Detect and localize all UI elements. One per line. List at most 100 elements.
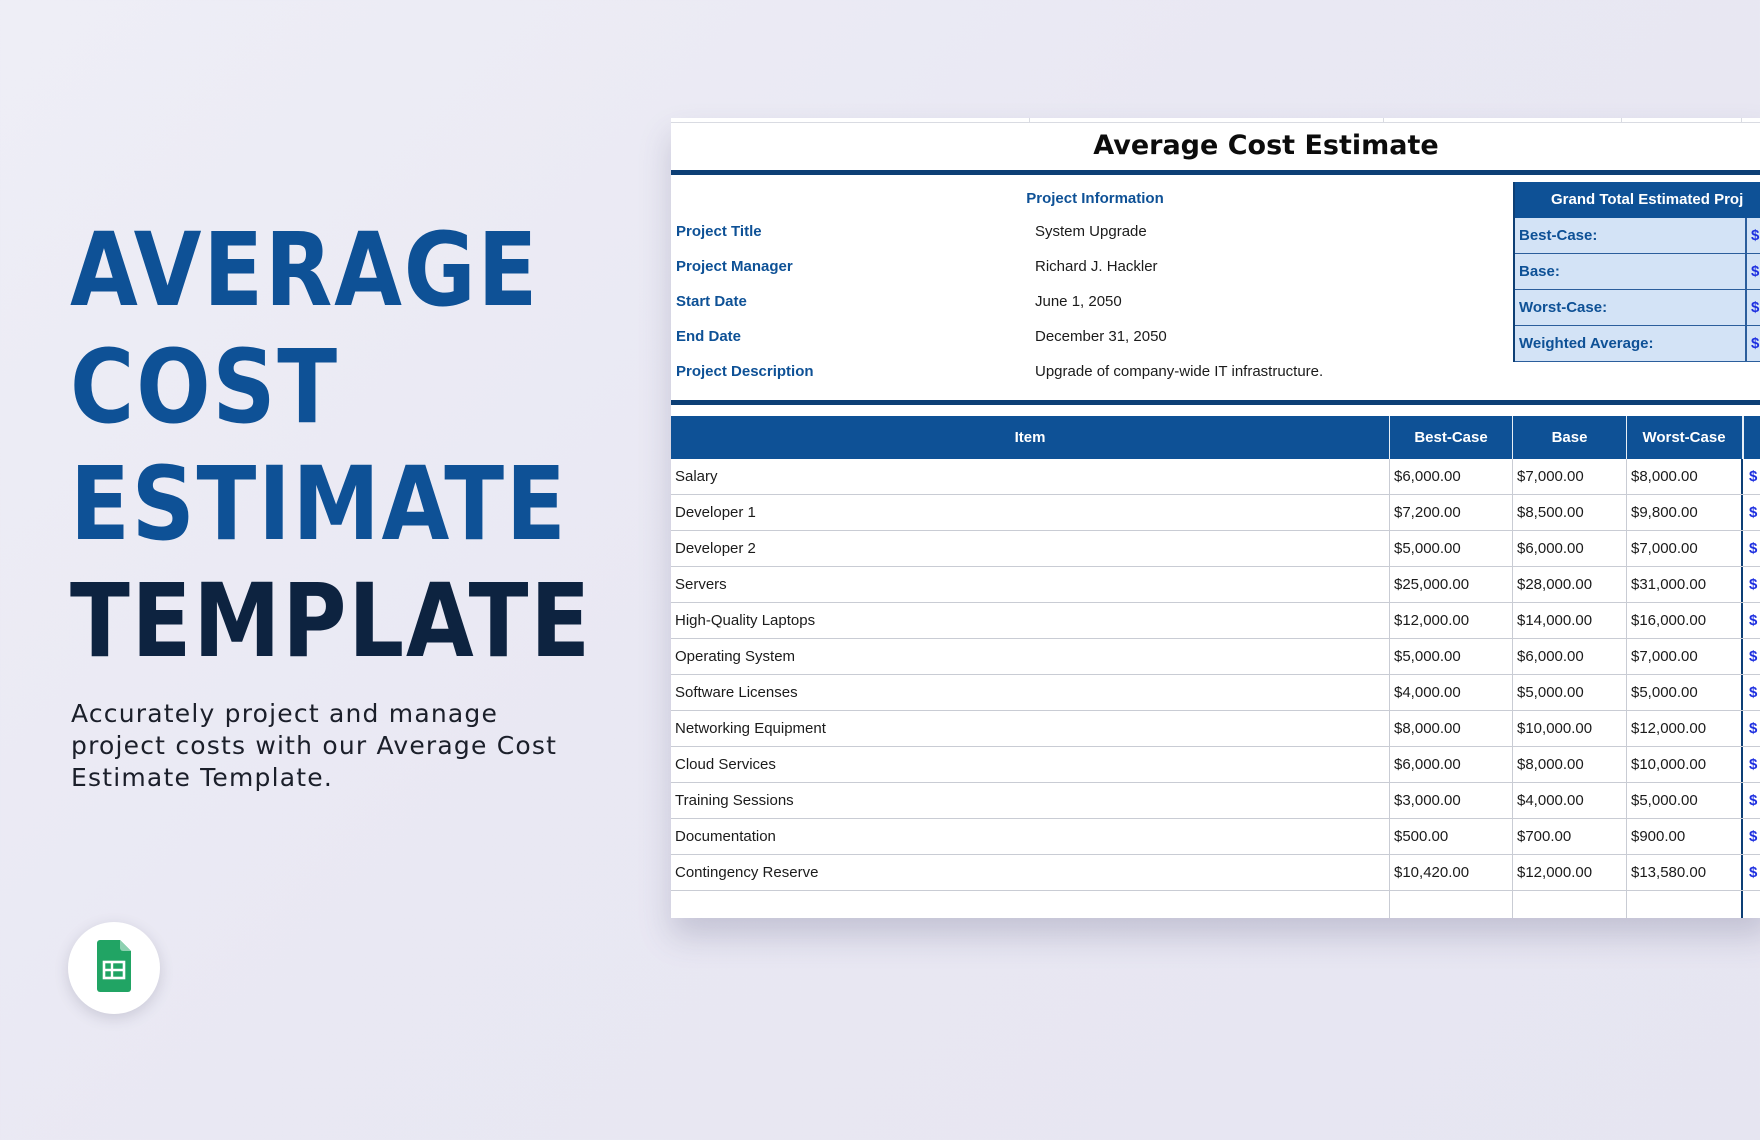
cell-best-case: $5,000.00 bbox=[1394, 648, 1461, 665]
project-info-heading: Project Information bbox=[1026, 190, 1164, 207]
project-info-label: Project Description bbox=[676, 363, 814, 380]
cell-total: $ bbox=[1749, 468, 1758, 485]
grand-total-label: Base: bbox=[1519, 254, 1747, 289]
cell-total: $ bbox=[1749, 684, 1758, 701]
project-info-value: System Upgrade bbox=[1035, 223, 1147, 240]
cell-worst-case: $16,000.00 bbox=[1631, 612, 1707, 629]
grand-total-row: Weighted Average: $1 bbox=[1515, 326, 1760, 362]
table-row: Documentation $500.00 $700.00 $900.00 $ bbox=[671, 819, 1760, 855]
project-info-value: June 1, 2050 bbox=[1035, 293, 1122, 310]
cell-worst-case: $9,800.00 bbox=[1631, 504, 1698, 521]
project-info-value: Richard J. Hackler bbox=[1035, 258, 1158, 275]
cell-item: Software Licenses bbox=[675, 684, 798, 701]
cell-item: Cloud Services bbox=[675, 756, 776, 773]
cell-total: $ bbox=[1749, 720, 1758, 737]
table-row: Software Licenses $4,000.00 $5,000.00 $5,00… bbox=[671, 675, 1760, 711]
table-row: High-Quality Laptops $12,000.00 $14,000.00… bbox=[671, 603, 1760, 639]
project-info-label: Project Manager bbox=[676, 258, 793, 275]
cell-best-case: $6,000.00 bbox=[1394, 756, 1461, 773]
cell-base: $6,000.00 bbox=[1517, 648, 1584, 665]
hero-title-line-2: COST bbox=[70, 328, 339, 447]
table-row: Salary $6,000.00 $7,000.00 $8,000.00 $ bbox=[671, 459, 1760, 495]
cell-total: $ bbox=[1749, 828, 1758, 845]
grand-total-value: $1 bbox=[1751, 263, 1760, 280]
cell-base: $5,000.00 bbox=[1517, 684, 1584, 701]
cell-worst-case: $10,000.00 bbox=[1631, 756, 1707, 773]
table-row: Developer 1 $7,200.00 $8,500.00 $9,800.00 $ bbox=[671, 495, 1760, 531]
column-header-item: Item bbox=[1014, 429, 1046, 446]
cell-item: Developer 2 bbox=[675, 540, 756, 557]
project-info-row: Project Manager Richard J. Hackler bbox=[671, 249, 1511, 285]
grand-total-label: Weighted Average: bbox=[1519, 326, 1747, 361]
grand-total-row: Base: $1 bbox=[1515, 254, 1760, 290]
grand-total-heading: Grand Total Estimated Proj bbox=[1515, 182, 1760, 218]
table-row: Servers $25,000.00 $28,000.00 $31,000.00 $ bbox=[671, 567, 1760, 603]
cell-base: $4,000.00 bbox=[1517, 792, 1584, 809]
cell-base: $28,000.00 bbox=[1517, 576, 1593, 593]
cell-base: $14,000.00 bbox=[1517, 612, 1593, 629]
cost-table-body: Salary $6,000.00 $7,000.00 $8,000.00 $ Develo… bbox=[671, 459, 1760, 918]
project-info-label: End Date bbox=[676, 328, 742, 345]
hero-title-line-4: TEMPLATE bbox=[70, 562, 592, 681]
cell-total: $ bbox=[1749, 612, 1758, 629]
hero-title-line-1: AVERAGE bbox=[70, 211, 540, 330]
cell-base: $12,000.00 bbox=[1517, 864, 1593, 881]
cell-total: $ bbox=[1749, 540, 1758, 557]
project-info-value: Upgrade of company-wide IT infrastructur… bbox=[1035, 363, 1324, 380]
project-info-row: End Date December 31, 2050 bbox=[671, 319, 1511, 355]
cost-table-header: Item Best-Case Base Worst-Case bbox=[671, 416, 1760, 459]
grand-total-value: $1 bbox=[1751, 335, 1760, 352]
cell-base: $8,000.00 bbox=[1517, 756, 1584, 773]
cell-total: $ bbox=[1749, 756, 1758, 773]
cell-total: $ bbox=[1749, 864, 1758, 881]
cell-item: Documentation bbox=[675, 828, 776, 845]
cell-worst-case: $12,000.00 bbox=[1631, 720, 1707, 737]
project-info-row: Project Title System Upgrade bbox=[671, 214, 1511, 250]
cell-total: $ bbox=[1749, 576, 1758, 593]
cell-item: Servers bbox=[675, 576, 727, 593]
cell-item: Networking Equipment bbox=[675, 720, 826, 737]
cell-item: High-Quality Laptops bbox=[675, 612, 816, 629]
table-row: Cloud Services $6,000.00 $8,000.00 $10,000.… bbox=[671, 747, 1760, 783]
hero-heading: AVERAGE COST ESTIMATE TEMPLATE bbox=[70, 212, 590, 680]
cell-worst-case: $7,000.00 bbox=[1631, 540, 1698, 557]
title-rule bbox=[671, 170, 1760, 175]
cell-worst-case: $8,000.00 bbox=[1631, 468, 1698, 485]
column-header-worst-case: Worst-Case bbox=[1642, 429, 1726, 446]
cell-base: $6,000.00 bbox=[1517, 540, 1584, 557]
table-row: Training Sessions $3,000.00 $4,000.00 $5,00… bbox=[671, 783, 1760, 819]
grand-total-value: $5 bbox=[1751, 227, 1760, 244]
cell-base: $700.00 bbox=[1517, 828, 1572, 845]
grand-total-row: Best-Case: $5 bbox=[1515, 218, 1760, 254]
cell-base: $8,500.00 bbox=[1517, 504, 1584, 521]
grand-total-row: Worst-Case: $1 bbox=[1515, 290, 1760, 326]
column-header-base: Base bbox=[1551, 429, 1588, 446]
cell-item: Salary bbox=[675, 468, 718, 485]
project-info-label: Project Title bbox=[676, 223, 762, 240]
section-rule bbox=[671, 400, 1760, 405]
cell-item: Training Sessions bbox=[675, 792, 794, 809]
grand-total-value: $1 bbox=[1751, 299, 1760, 316]
grand-total-panel: Grand Total Estimated Proj Best-Case: $5… bbox=[1513, 182, 1760, 362]
cell-item: Developer 1 bbox=[675, 504, 756, 521]
hero-subtitle: Accurately project and manage project co… bbox=[71, 699, 558, 792]
cell-best-case: $500.00 bbox=[1394, 828, 1449, 845]
app-badge bbox=[68, 922, 160, 1014]
cell-base: $7,000.00 bbox=[1517, 468, 1584, 485]
cell-total: $ bbox=[1749, 792, 1758, 809]
cell-best-case: $25,000.00 bbox=[1394, 576, 1470, 593]
table-row: Contingency Reserve $10,420.00 $12,000.00 $… bbox=[671, 855, 1760, 891]
grand-total-label: Best-Case: bbox=[1519, 218, 1747, 253]
table-row: Networking Equipment $8,000.00 $10,000.00 $… bbox=[671, 711, 1760, 747]
column-header-best-case: Best-Case bbox=[1414, 429, 1488, 446]
cell-best-case: $7,200.00 bbox=[1394, 504, 1461, 521]
cell-item: Operating System bbox=[675, 648, 796, 665]
project-info-value: December 31, 2050 bbox=[1035, 328, 1167, 345]
cell-best-case: $12,000.00 bbox=[1394, 612, 1470, 629]
spreadsheet-preview: Average Cost Estimate Project Informatio… bbox=[671, 118, 1760, 918]
cell-best-case: $8,000.00 bbox=[1394, 720, 1461, 737]
cell-worst-case: $900.00 bbox=[1631, 828, 1686, 845]
cell-worst-case: $7,000.00 bbox=[1631, 648, 1698, 665]
cell-item: Contingency Reserve bbox=[675, 864, 819, 881]
cell-worst-case: $13,580.00 bbox=[1631, 864, 1707, 881]
